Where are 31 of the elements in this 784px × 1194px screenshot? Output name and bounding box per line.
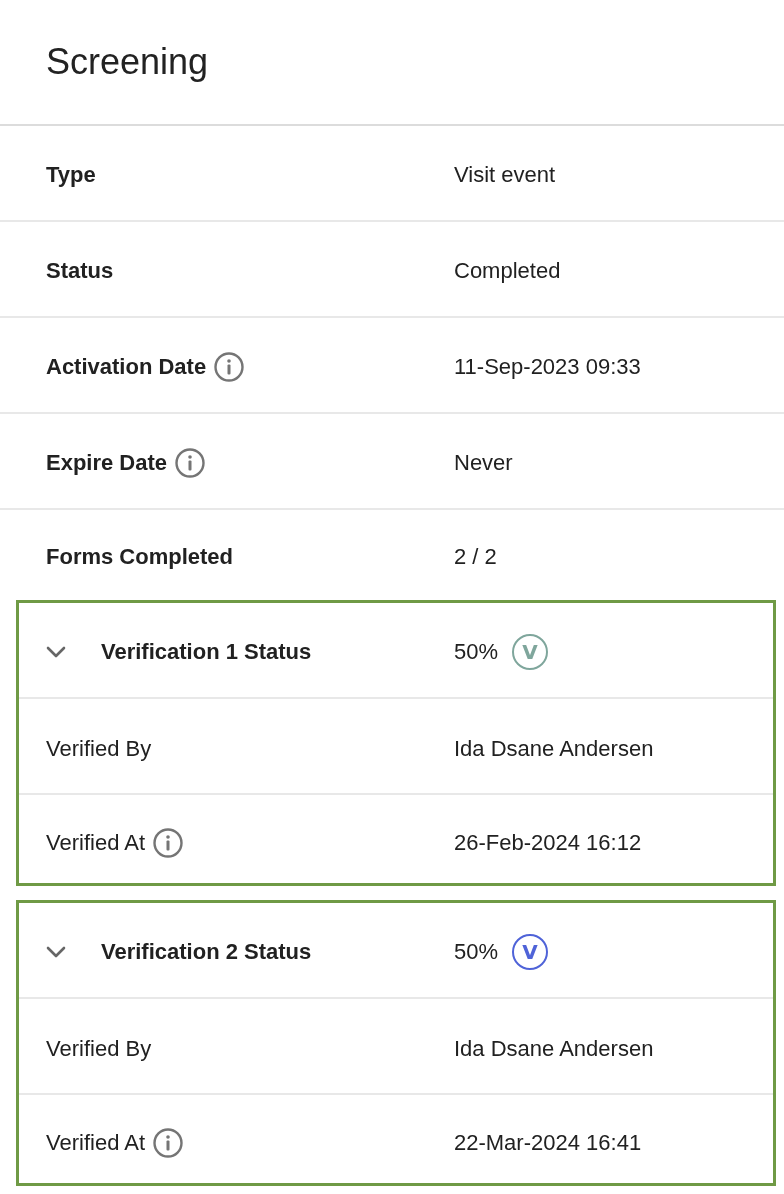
info-icon[interactable] xyxy=(175,448,206,478)
verification-badge: V xyxy=(512,634,549,670)
info-icon[interactable] xyxy=(153,1128,184,1158)
field-value: Never xyxy=(454,450,513,476)
field-value: Completed xyxy=(454,258,561,284)
chevron-icon[interactable] xyxy=(46,646,66,658)
info-icon[interactable] xyxy=(153,828,184,858)
field-value: 11-Sep-2023 09:33 xyxy=(454,354,641,380)
field-value: 22-Mar-2024 16:41 xyxy=(454,1130,642,1156)
field-value: 2 / 2 xyxy=(454,544,497,570)
field-label: Expire Date xyxy=(46,450,168,476)
verification-badge: V xyxy=(512,934,549,970)
field-label: Verified By xyxy=(46,736,152,762)
field-label: Verified At xyxy=(46,830,146,856)
field-value: 26-Feb-2024 16:12 xyxy=(454,830,642,856)
field-value: Ida Dsane Andersen xyxy=(454,736,654,762)
page-title: Screening xyxy=(46,41,209,83)
verification-percent: 50% xyxy=(454,939,499,965)
verification-label: Verification 1 Status xyxy=(101,639,312,665)
verification-percent: 50% xyxy=(454,639,499,665)
field-label: Verified At xyxy=(46,1130,146,1156)
verification-label: Verification 2 Status xyxy=(101,939,312,965)
field-label: Activation Date xyxy=(46,354,207,380)
field-label: Verified By xyxy=(46,1036,152,1062)
field-label: Forms Completed xyxy=(46,544,234,570)
info-icon[interactable] xyxy=(214,352,245,382)
chevron-icon[interactable] xyxy=(46,946,66,958)
field-label: Status xyxy=(46,258,114,284)
field-label: Type xyxy=(46,162,96,188)
field-value: Ida Dsane Andersen xyxy=(454,1036,654,1062)
field-value: Visit event xyxy=(454,162,556,188)
